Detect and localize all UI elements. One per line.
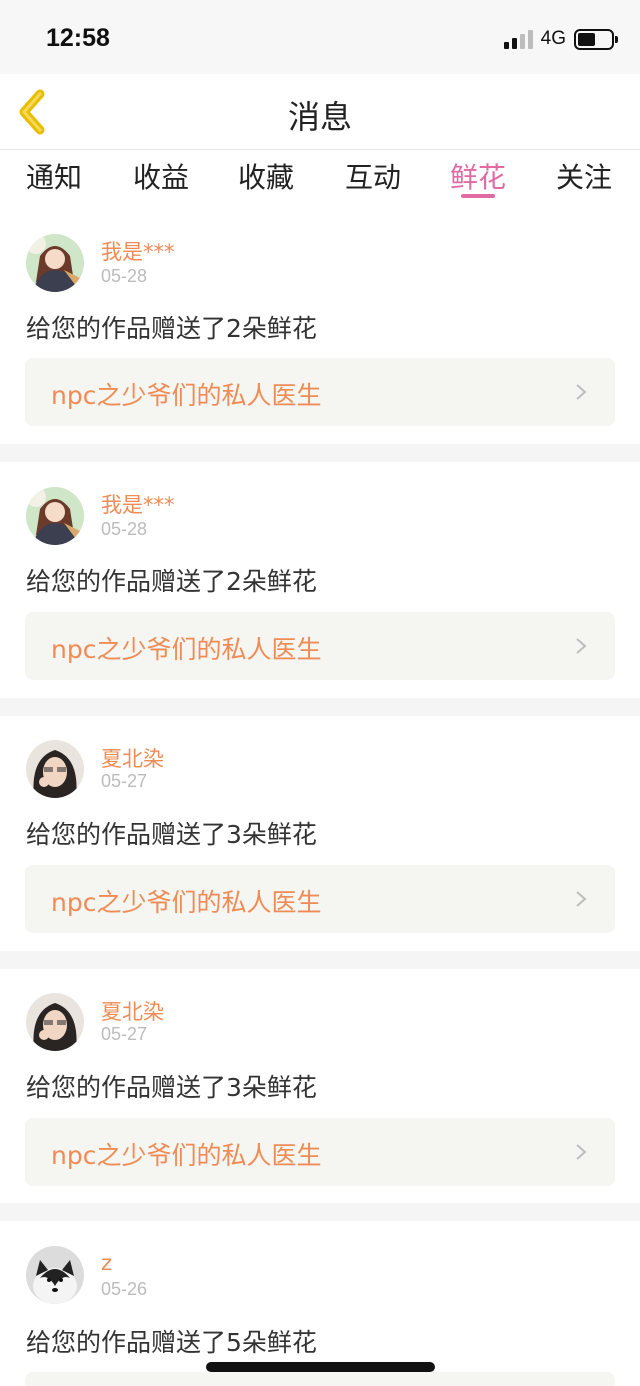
work-title: npc之少爷们的私人医生 (51, 381, 322, 410)
divider (0, 698, 640, 716)
list-item[interactable]: 夏北染 05-27 给您的作品赠送了3朵鲜花 npc之少爷们的私人医生 (0, 716, 640, 952)
tab-interactions[interactable]: 互动 (345, 156, 401, 196)
active-tab-indicator (461, 194, 495, 198)
work-title: npc之少爷们的私人医生 (51, 1141, 322, 1170)
message-date: 05-28 (101, 266, 148, 286)
work-link[interactable]: npc之少爷们的私人医生 (25, 612, 615, 680)
username[interactable]: 我是*** (101, 489, 175, 519)
message-date: 05-27 (101, 1024, 148, 1044)
message-text: 给您的作品赠送了5朵鲜花 (26, 1328, 317, 1357)
tab-earnings[interactable]: 收益 (133, 156, 189, 196)
status-time: 12:58 (46, 24, 110, 52)
message-text: 给您的作品赠送了3朵鲜花 (26, 820, 317, 849)
list-item[interactable]: 我是*** 05-28 给您的作品赠送了2朵鲜花 npc之少爷们的私人医生 (0, 208, 640, 444)
message-date: 05-26 (101, 1279, 148, 1299)
tab-flowers[interactable]: 鲜花 (450, 156, 506, 196)
work-link[interactable] (25, 1372, 615, 1386)
message-date: 05-27 (101, 771, 148, 791)
message-text: 给您的作品赠送了3朵鲜花 (26, 1073, 317, 1102)
chevron-right-icon (576, 891, 587, 907)
avatar[interactable] (26, 234, 84, 292)
username[interactable]: 夏北染 (101, 996, 164, 1026)
chevron-right-icon (576, 384, 587, 400)
chevron-right-icon (576, 638, 587, 654)
work-title: npc之少爷们的私人医生 (51, 888, 322, 917)
username[interactable]: z (101, 1251, 112, 1275)
tab-notifications[interactable]: 通知 (26, 156, 82, 196)
battery-icon (574, 28, 618, 50)
avatar[interactable] (26, 1246, 84, 1304)
divider (0, 1203, 640, 1221)
home-indicator[interactable] (206, 1362, 435, 1372)
cellular-signal-icon (503, 29, 533, 49)
network-type: 4G (540, 28, 566, 49)
list-item[interactable]: 我是*** 05-28 给您的作品赠送了2朵鲜花 npc之少爷们的私人医生 (0, 462, 640, 698)
username[interactable]: 夏北染 (101, 743, 164, 773)
tab-bar: 通知 收益 收藏 互动 鲜花 关注 (0, 150, 640, 206)
username[interactable]: 我是*** (101, 236, 175, 266)
avatar[interactable] (26, 993, 84, 1051)
list-item[interactable]: 夏北染 05-27 给您的作品赠送了3朵鲜花 npc之少爷们的私人医生 (0, 969, 640, 1205)
tab-favorites[interactable]: 收藏 (238, 156, 294, 196)
work-title: npc之少爷们的私人医生 (51, 635, 322, 664)
divider (0, 444, 640, 462)
status-indicators: 4G (503, 28, 618, 50)
message-date: 05-28 (101, 519, 148, 539)
tab-following[interactable]: 关注 (556, 156, 612, 196)
avatar[interactable] (26, 487, 84, 545)
message-text: 给您的作品赠送了2朵鲜花 (26, 314, 317, 343)
divider (0, 951, 640, 969)
work-link[interactable]: npc之少爷们的私人医生 (25, 358, 615, 426)
status-bar: 12:58 4G (0, 0, 640, 74)
avatar[interactable] (26, 740, 84, 798)
chevron-right-icon (576, 1144, 587, 1160)
nav-bar: 消息 (0, 74, 640, 150)
message-text: 给您的作品赠送了2朵鲜花 (26, 567, 317, 596)
work-link[interactable]: npc之少爷们的私人医生 (25, 1118, 615, 1186)
work-link[interactable]: npc之少爷们的私人医生 (25, 865, 615, 933)
page-title: 消息 (287, 98, 352, 136)
